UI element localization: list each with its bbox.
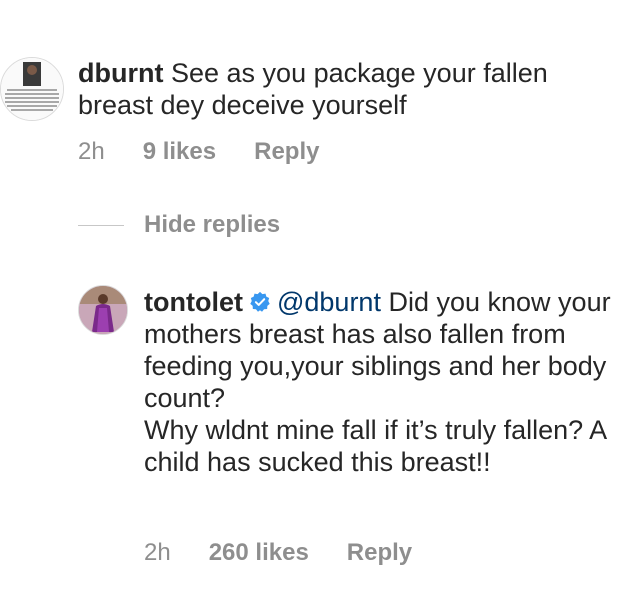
hide-replies-button[interactable]: Hide replies: [144, 211, 280, 239]
reply-button[interactable]: Reply: [347, 539, 412, 567]
avatar-tontolet[interactable]: [78, 285, 128, 335]
replies-divider: [78, 225, 124, 226]
avatar-tontolet-image: [79, 286, 127, 334]
comment-likes[interactable]: 9 likes: [143, 138, 216, 166]
avatar-dburnt-image: [1, 58, 63, 120]
mention-link[interactable]: @dburnt: [277, 287, 381, 317]
comment-time: 2h: [78, 138, 105, 165]
comment-meta: 2h 260 likes Reply: [144, 539, 450, 567]
comment-body-continued: Why wldnt mine fall if it’s truly fallen…: [144, 415, 606, 477]
comment-tontolet: tontolet @dburnt Did you know your mother…: [144, 286, 624, 478]
comment-time: 2h: [144, 539, 171, 566]
reply-button[interactable]: Reply: [254, 138, 319, 166]
comment-meta: 2h 9 likes Reply: [78, 138, 357, 166]
comment-username[interactable]: tontolet: [144, 287, 243, 317]
avatar-dburnt[interactable]: [0, 57, 64, 121]
comment-dburnt: dburnt See as you package your fallen br…: [78, 57, 618, 121]
comment-likes[interactable]: 260 likes: [209, 539, 309, 567]
comment-username[interactable]: dburnt: [78, 58, 163, 88]
verified-badge-icon: [250, 291, 270, 312]
